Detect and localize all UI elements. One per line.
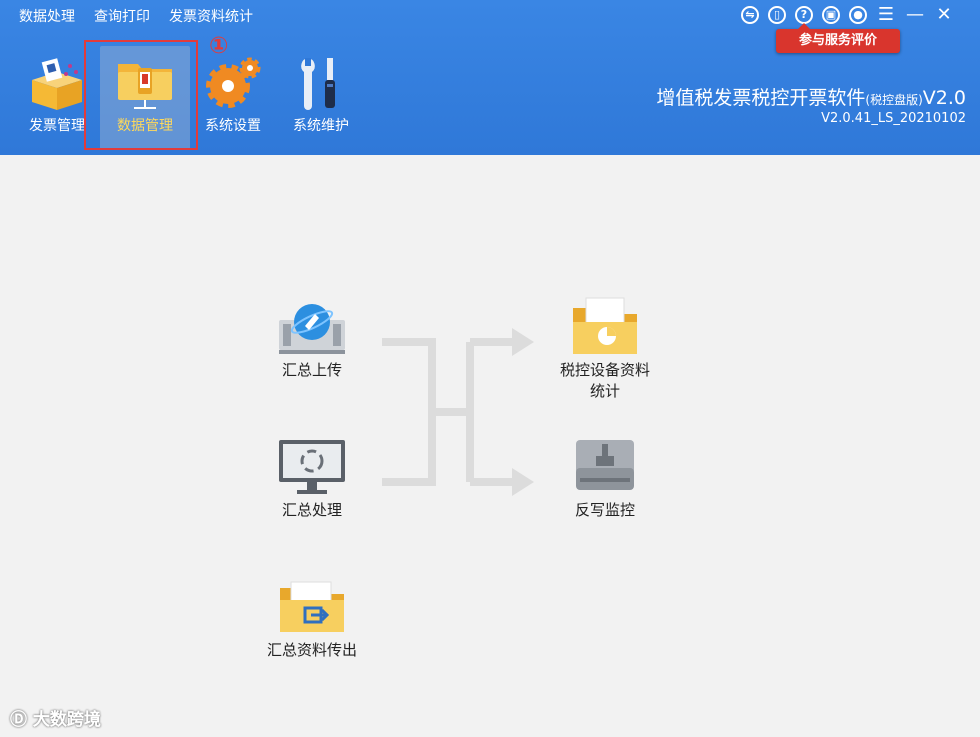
top-bar: 数据处理 查询打印 发票资料统计 ⇋ ▯ ? ▣ ● ☰ — ✕ 参与服务评价 … [0,0,980,155]
data-folder-icon [118,64,172,109]
folder-chart-icon [573,297,637,354]
user-icon[interactable]: ● [849,6,867,24]
summary-export-item[interactable]: 汇总资料传出 [252,578,372,661]
writeback-monitor-item[interactable]: 反写监控 [545,438,665,521]
gear-icon [206,57,261,108]
invoice-management-label: 发票管理 [29,118,85,134]
watermark-logo-icon: Ⓓ [10,710,27,730]
device-stats-item[interactable]: 税控设备资料 统计 [545,296,665,402]
summary-upload-item[interactable]: 汇总上传 [252,300,372,381]
app-title: 增值税发票税控开票软件(税控盘版)V2.0 [656,83,966,110]
wrench-screwdriver-icon [301,58,335,110]
system-settings-button[interactable]: 系统设置 [188,46,278,150]
system-maintenance-button[interactable]: 系统维护 [276,46,366,150]
app-title-version: V2.0 [922,87,966,109]
app-title-edition: (税控盘版) [865,93,923,107]
writeback-monitor-label: 反写监控 [574,501,635,519]
monitor-refresh-icon [279,440,345,494]
service-rating-button[interactable]: 参与服务评价 [776,23,900,53]
system-maintenance-label: 系统维护 [293,118,349,134]
lock-icon[interactable]: ▣ [822,6,840,24]
app-version: V2.0.41_LS_20210102 [821,111,966,126]
folder-export-icon [280,581,344,632]
watermark-text: 大数跨境 [32,710,101,730]
help-icon[interactable]: ? [795,6,813,24]
watermark: Ⓓ 大数跨境 [10,705,101,730]
system-settings-label: 系统设置 [205,118,261,134]
upload-globe-icon [279,304,345,354]
minimize-icon[interactable]: — [905,6,925,24]
summary-upload-label: 汇总上传 [281,361,342,379]
service-icon[interactable]: ▯ [768,6,786,24]
data-management-button[interactable]: 数据管理 [100,46,190,150]
summary-process-item[interactable]: 汇总处理 [252,438,372,521]
invoice-box-icon [32,58,82,110]
menu-data-processing[interactable]: 数据处理 [0,0,84,30]
app-title-main: 增值税发票税控开票软件 [656,87,866,109]
device-stats-label-1: 税控设备资料 [559,361,650,379]
device-stats-label-2: 统计 [589,382,620,400]
step-marker: ① [209,33,229,59]
drive-brush-icon [576,440,634,490]
menu-invoice-stats[interactable]: 发票资料统计 [159,0,262,30]
summary-export-label: 汇总资料传出 [266,641,357,659]
data-management-label: 数据管理 [117,118,173,134]
window-controls: ⇋ ▯ ? ▣ ● ☰ — ✕ [732,6,954,24]
hamburger-menu-icon[interactable]: ☰ [876,6,896,24]
summary-process-label: 汇总处理 [281,501,342,519]
invoice-management-button[interactable]: 发票管理 [12,46,102,150]
close-icon[interactable]: ✕ [934,6,954,24]
exchange-icon[interactable]: ⇋ [741,6,759,24]
menu-query-print[interactable]: 查询打印 [84,0,159,30]
menu-bar: 数据处理 查询打印 发票资料统计 [0,0,262,30]
